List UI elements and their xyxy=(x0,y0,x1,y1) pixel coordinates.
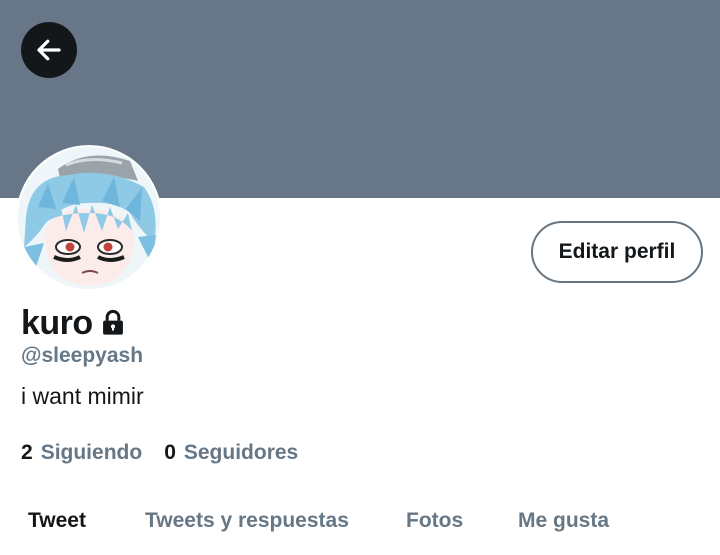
lock-icon xyxy=(99,309,127,342)
avatar[interactable] xyxy=(16,145,162,291)
following-stat[interactable]: 2 Siguiendo xyxy=(21,441,142,465)
profile-bio: i want mimir xyxy=(21,383,144,409)
back-button[interactable] xyxy=(21,22,77,78)
followers-label: Seguidores xyxy=(183,441,299,464)
followers-stat[interactable]: 0 Seguidores xyxy=(164,441,298,465)
display-name-row: kuro xyxy=(21,303,127,343)
tab-tweets-and-replies[interactable]: Tweets y respuestas xyxy=(145,509,349,533)
profile-tabs: Tweet Tweets y respuestas Fotos Me gusta xyxy=(0,500,720,555)
following-count: 2 xyxy=(21,441,33,464)
profile-page: Editar perfil kuro @sleepyash i want mim… xyxy=(0,0,720,555)
user-handle: @sleepyash xyxy=(21,344,144,367)
tab-photos[interactable]: Fotos xyxy=(406,509,463,533)
tab-likes[interactable]: Me gusta xyxy=(518,509,609,533)
edit-profile-button[interactable]: Editar perfil xyxy=(531,221,703,283)
following-label: Siguiendo xyxy=(40,441,143,464)
arrow-left-icon xyxy=(34,35,64,65)
display-name: kuro xyxy=(21,303,93,342)
tab-tweets[interactable]: Tweet xyxy=(28,509,86,533)
follow-stats: 2 Siguiendo 0 Seguidores xyxy=(21,441,298,465)
followers-count: 0 xyxy=(164,441,176,464)
